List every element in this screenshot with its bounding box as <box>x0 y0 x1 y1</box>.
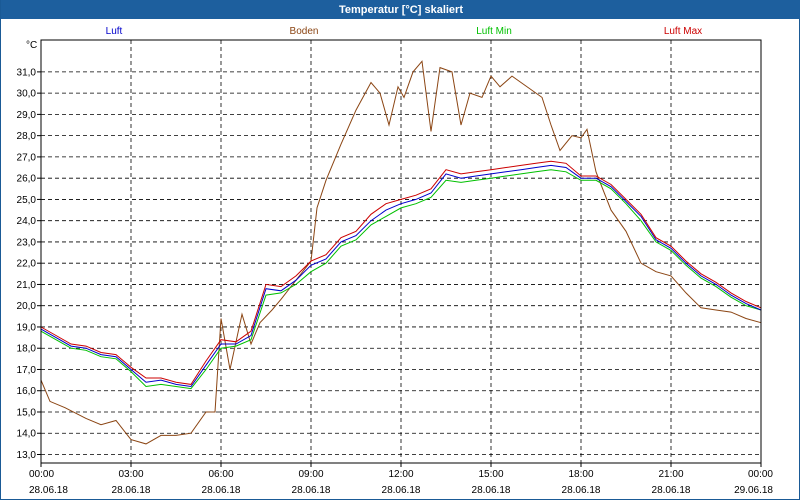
y-tick-label: 25,0 <box>17 195 37 206</box>
y-tick-labels: 13,0 14,0 15,0 16,0 17,0 18,0 19,0 20,0 21,0 22,0… <box>17 67 37 461</box>
x-tick-time: 06:00 <box>208 469 233 480</box>
y-tick-label: 30,0 <box>17 89 37 100</box>
y-tick-label: 27,0 <box>17 152 37 163</box>
x-tick-date: 28.06.18 <box>292 485 331 496</box>
y-tick-label: 17,0 <box>17 365 37 376</box>
x-tick-date: 28.06.18 <box>562 485 601 496</box>
x-tick-date: 28.06.18 <box>382 485 421 496</box>
x-tick-time: 18:00 <box>568 469 593 480</box>
grid <box>37 40 762 467</box>
x-tick-time: 00:00 <box>29 469 54 480</box>
x-tick-labels: 00:00 28.06.18 03:00 28.06.18 06:00 28.06.18 0… <box>29 469 773 496</box>
y-tick-label: 22,0 <box>17 259 37 270</box>
y-tick-label: 21,0 <box>17 280 37 291</box>
legend-luft: Luft <box>106 26 123 37</box>
legend-luft-max: Luft Max <box>664 26 702 37</box>
y-tick-label: 19,0 <box>17 322 37 333</box>
x-tick-time: 15:00 <box>478 469 503 480</box>
y-tick-label: 29,0 <box>17 110 37 121</box>
y-axis-unit: °C <box>26 40 37 51</box>
legend-luft-min: Luft Min <box>476 26 512 37</box>
y-tick-label: 20,0 <box>17 301 37 312</box>
y-tick-label: 31,0 <box>17 67 37 78</box>
x-tick-date: 28.06.18 <box>29 485 68 496</box>
y-tick-label: 28,0 <box>17 131 37 142</box>
x-tick-date: 28.06.18 <box>652 485 691 496</box>
y-tick-label: 26,0 <box>17 174 37 185</box>
legend-boden: Boden <box>290 26 319 37</box>
x-tick-time: 12:00 <box>388 469 413 480</box>
y-tick-label: 24,0 <box>17 216 37 227</box>
x-tick-date: 28.06.18 <box>112 485 151 496</box>
series-line-luft <box>40 164 762 388</box>
y-tick-label: 13,0 <box>17 450 37 461</box>
chart-window: Temperatur [°C] skaliert Luft Boden Luft… <box>0 0 800 500</box>
y-tick-label: 14,0 <box>17 429 37 440</box>
y-tick-label: 16,0 <box>17 386 37 397</box>
x-tick-date: 28.06.18 <box>472 485 511 496</box>
x-tick-time: 21:00 <box>658 469 683 480</box>
x-tick-time: 00:00 <box>748 469 773 480</box>
x-tick-time: 09:00 <box>298 469 323 480</box>
y-tick-label: 18,0 <box>17 344 37 355</box>
chart-title: Temperatur [°C] skaliert <box>339 4 463 16</box>
x-tick-time: 03:00 <box>118 469 143 480</box>
y-tick-label: 15,0 <box>17 407 37 418</box>
x-tick-date: 28.06.18 <box>202 485 241 496</box>
temperature-chart: Temperatur [°C] skaliert Luft Boden Luft… <box>1 0 800 496</box>
y-tick-label: 23,0 <box>17 237 37 248</box>
x-tick-date: 29.06.18 <box>734 485 773 496</box>
